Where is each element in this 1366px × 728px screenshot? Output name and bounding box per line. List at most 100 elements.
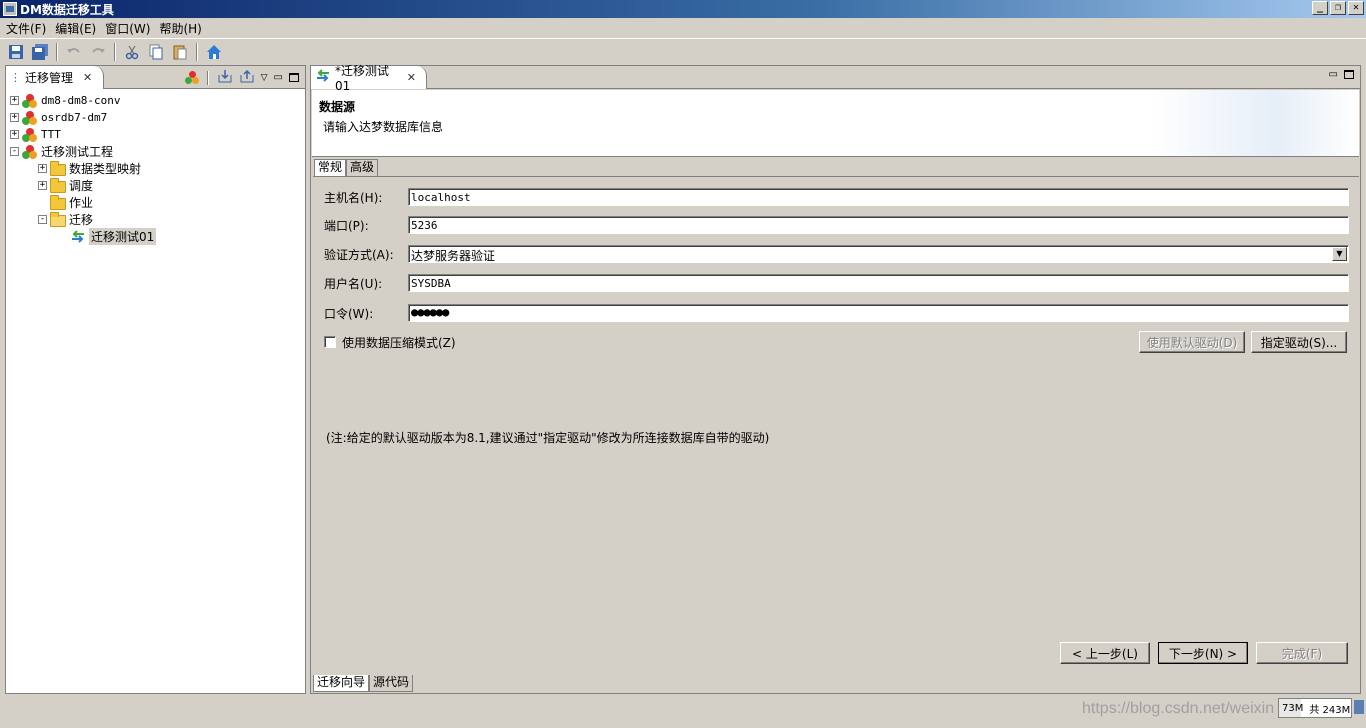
home-icon[interactable]	[204, 42, 224, 62]
tab-advanced[interactable]: 高级	[346, 159, 379, 176]
port-label: 端口(P):	[324, 218, 369, 233]
minimize-icon[interactable]: _	[1312, 1, 1328, 15]
editor-tab-bar: *迁移测试01 ✕ ▭	[311, 64, 1360, 93]
menu-window[interactable]: 窗口(W)	[103, 20, 157, 37]
tree-node-job[interactable]: 作业	[10, 194, 156, 211]
toolbar-separator	[196, 42, 198, 61]
menu-bar: 文件(F) 编辑(E) 窗口(W) 帮助(H)	[0, 18, 1366, 38]
close-icon[interactable]: ✕	[407, 71, 416, 84]
wizard-buttons: < 上一步(L) 下一步(N) > 完成(F)	[1060, 642, 1348, 664]
tree-node-dm8-dm8-conv[interactable]: + dm8-dm8-conv	[10, 92, 156, 109]
migrate-arrows-icon	[70, 229, 86, 244]
restore-icon[interactable]: ❐	[1330, 1, 1346, 15]
host-row: 主机名(H): localhost	[324, 187, 1349, 207]
app-icon	[3, 2, 17, 16]
auth-select[interactable]: 达梦服务器验证 ▼	[408, 245, 1349, 263]
tree-node-migration-test-01[interactable]: 迁移测试01	[10, 228, 157, 245]
minimize-view-icon[interactable]: ▭	[274, 72, 283, 83]
expand-icon[interactable]: +	[38, 181, 47, 190]
title-bar: DM数据迁移工具 _ ❐ ✕	[0, 0, 1366, 18]
collapse-icon[interactable]: -	[38, 215, 47, 224]
close-icon[interactable]: ✕	[1348, 1, 1364, 15]
copy-icon[interactable]	[146, 42, 166, 62]
menu-help[interactable]: 帮助(H)	[157, 20, 208, 37]
maximize-view-icon[interactable]	[289, 73, 299, 82]
view-tab-bar: ⋮ 迁移管理 ✕ ▽ ▭	[6, 66, 305, 89]
toolbar-separator	[56, 42, 58, 61]
port-input[interactable]: 5236	[408, 216, 1349, 234]
tree-label: 迁移测试工程	[41, 145, 114, 159]
tree-node-migration-test-project[interactable]: - 迁移测试工程	[10, 143, 156, 160]
tab-source-code[interactable]: 源代码	[369, 675, 414, 692]
tab-migration-test-01[interactable]: *迁移测试01 ✕	[311, 64, 427, 93]
save-icon[interactable]	[6, 42, 26, 62]
password-input[interactable]: ●●●●●●	[408, 304, 1349, 322]
heap-status[interactable]: 73M 共 243M	[1278, 698, 1352, 718]
tree-node-ttt[interactable]: + TTT	[10, 126, 156, 143]
watermark-text: https://blog.csdn.net/weixin	[1082, 700, 1275, 717]
folder-icon	[50, 160, 66, 178]
tab-migration-management[interactable]: ⋮ 迁移管理 ✕	[6, 66, 104, 89]
view-menu-icon[interactable]: ▽	[261, 73, 268, 83]
tree-connector	[38, 198, 47, 207]
redo-icon[interactable]	[88, 42, 108, 62]
tab-label: *迁移测试01	[335, 64, 390, 93]
minimize-view-icon[interactable]: ▭	[1329, 69, 1338, 80]
tab-general[interactable]: 常规	[314, 159, 347, 176]
close-icon[interactable]: ✕	[83, 71, 92, 84]
tree-label: 作业	[69, 196, 94, 210]
collapse-icon[interactable]: -	[10, 147, 19, 156]
expand-icon[interactable]: +	[10, 130, 19, 139]
tree-view-icon: ⋮	[10, 71, 21, 84]
status-bar: https://blog.csdn.net/weixin 73M 共 243M	[0, 696, 1366, 728]
window-controls: _ ❐ ✕	[1312, 1, 1364, 15]
tree-label: osrdb7-dm7	[41, 111, 108, 124]
chevron-down-icon[interactable]: ▼	[1332, 247, 1347, 261]
new-project-icon[interactable]	[184, 70, 199, 85]
default-driver-button[interactable]: 使用默认驱动(D)	[1139, 331, 1245, 353]
host-label: 主机名(H):	[324, 190, 383, 205]
next-button[interactable]: 下一步(N) >	[1158, 642, 1248, 664]
tree-node-schedule[interactable]: + 调度	[10, 177, 156, 194]
database-project-icon	[22, 93, 38, 108]
tree-node-data-type-mapping[interactable]: + 数据类型映射	[10, 160, 156, 177]
save-all-icon[interactable]	[30, 42, 50, 62]
driver-note: (注:给定的默认驱动版本为8.1,建议通过"指定驱动"修改为所连接数据库自带的驱…	[326, 431, 770, 445]
tab-migration-wizard[interactable]: 迁移向导	[313, 675, 370, 692]
menu-edit[interactable]: 编辑(E)	[53, 20, 103, 37]
expand-icon[interactable]: +	[10, 96, 19, 105]
tree-node-osrdb7-dm7[interactable]: + osrdb7-dm7	[10, 109, 156, 126]
cut-icon[interactable]	[122, 42, 142, 62]
garbage-collect-icon[interactable]	[1354, 700, 1364, 714]
export-icon[interactable]	[239, 69, 255, 86]
paste-icon[interactable]	[170, 42, 190, 62]
import-icon[interactable]	[217, 69, 233, 86]
finish-button[interactable]: 完成(F)	[1256, 642, 1348, 664]
tree-label: 迁移测试01	[89, 228, 157, 245]
maximize-view-icon[interactable]	[1344, 70, 1354, 79]
previous-button[interactable]: < 上一步(L)	[1060, 642, 1150, 664]
database-project-icon	[22, 127, 38, 142]
compress-label: 使用数据压缩模式(Z)	[342, 335, 456, 350]
host-input[interactable]: localhost	[408, 188, 1349, 206]
port-row: 端口(P): 5236	[324, 215, 1349, 235]
specify-driver-button[interactable]: 指定驱动(S)...	[1251, 331, 1347, 353]
tree-label: 调度	[69, 179, 94, 193]
user-label: 用户名(U):	[324, 276, 383, 291]
folder-icon	[50, 194, 66, 212]
password-row: 口令(W): ●●●●●●	[324, 303, 1349, 323]
tree-node-migration[interactable]: - 迁移	[10, 211, 156, 228]
undo-icon[interactable]	[64, 42, 84, 62]
project-tree: + dm8-dm8-conv + osrdb7-dm7 + TTT - 迁移测试…	[10, 92, 157, 245]
page-title: 数据源	[319, 100, 356, 114]
expand-icon[interactable]: +	[38, 164, 47, 173]
menu-file[interactable]: 文件(F)	[4, 20, 53, 37]
toolbar	[0, 38, 1366, 64]
migration-editor: *迁移测试01 ✕ ▭ 数据源 请输入达梦数据库信息 常规 高级 主机名(H):…	[310, 64, 1361, 694]
compress-checkbox[interactable]	[324, 336, 336, 348]
tree-label: dm8-dm8-conv	[41, 94, 121, 107]
view-actions: ▽ ▭	[184, 69, 299, 86]
username-input[interactable]: SYSDBA	[408, 274, 1349, 292]
auth-label: 验证方式(A):	[324, 247, 394, 262]
expand-icon[interactable]: +	[10, 113, 19, 122]
